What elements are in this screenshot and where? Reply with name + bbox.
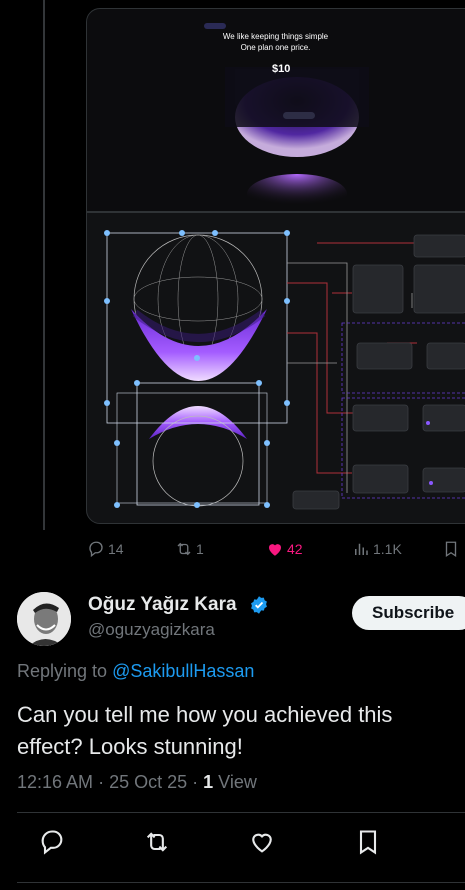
pricing-price: $10 [272, 63, 291, 75]
plan-badge [204, 23, 226, 29]
like-icon [252, 833, 272, 853]
repost-button[interactable]: 1 [175, 540, 204, 558]
replying-prefix: Replying to [17, 661, 108, 681]
like-button[interactable]: 42 [266, 540, 303, 558]
author-name[interactable]: Oğuz Yağız Kara [88, 594, 237, 616]
reply-text: Can you tell me how you achieved this ef… [17, 702, 393, 759]
pricing-heading-line2: One plan one price. [240, 43, 311, 52]
reply-date[interactable]: 25 Oct 25 [109, 772, 187, 792]
reply-bookmark-button[interactable] [354, 828, 382, 856]
thread-line [43, 0, 45, 530]
pricing-cta [283, 112, 315, 119]
repost-icon [146, 832, 168, 852]
divider-top [17, 812, 465, 813]
views-button[interactable]: 1.1K [352, 540, 402, 558]
pricing-heading-line1: We like keeping things simple [222, 32, 329, 41]
verified-icon [251, 596, 267, 614]
reply-icon [89, 541, 103, 558]
divider-bottom [17, 882, 465, 883]
subscribe-button[interactable]: Subscribe [352, 596, 465, 630]
reply-icon [41, 830, 63, 855]
views-icon [355, 543, 368, 555]
author-handle[interactable]: @oguzyagizkara [88, 620, 215, 640]
like-icon [269, 544, 281, 556]
reply-count: 14 [108, 541, 124, 557]
reply-meta: 12:16 AM · 25 Oct 25 · 1 View [17, 772, 257, 792]
reply-time[interactable]: 12:16 AM [17, 772, 93, 792]
repost-count: 1 [196, 541, 204, 557]
reply-action-bar [0, 828, 465, 864]
reply-repost-button[interactable] [143, 828, 171, 856]
reply-views-count: 1 [203, 772, 214, 792]
reply-reply-button[interactable] [38, 828, 66, 856]
media-image-node-editor[interactable] [86, 212, 465, 524]
reply-views-label: View [218, 772, 257, 792]
like-count: 42 [287, 541, 303, 557]
views-count: 1.1K [373, 541, 402, 557]
node-editor-art [104, 230, 465, 510]
repost-icon [177, 542, 191, 556]
reply-button[interactable]: 14 [87, 540, 124, 558]
avatar-image [17, 592, 71, 646]
replying-to-link[interactable]: @SakibullHassan [112, 661, 254, 681]
reply-like-button[interactable] [248, 828, 276, 856]
bookmark-button[interactable] [442, 540, 460, 558]
avatar[interactable] [17, 592, 71, 646]
replying-to: Replying to @SakibullHassan [17, 661, 254, 682]
bookmark-icon [445, 541, 457, 558]
tweet-action-bar: 14 1 42 1.1K [86, 536, 465, 564]
bookmark-icon [359, 830, 377, 855]
